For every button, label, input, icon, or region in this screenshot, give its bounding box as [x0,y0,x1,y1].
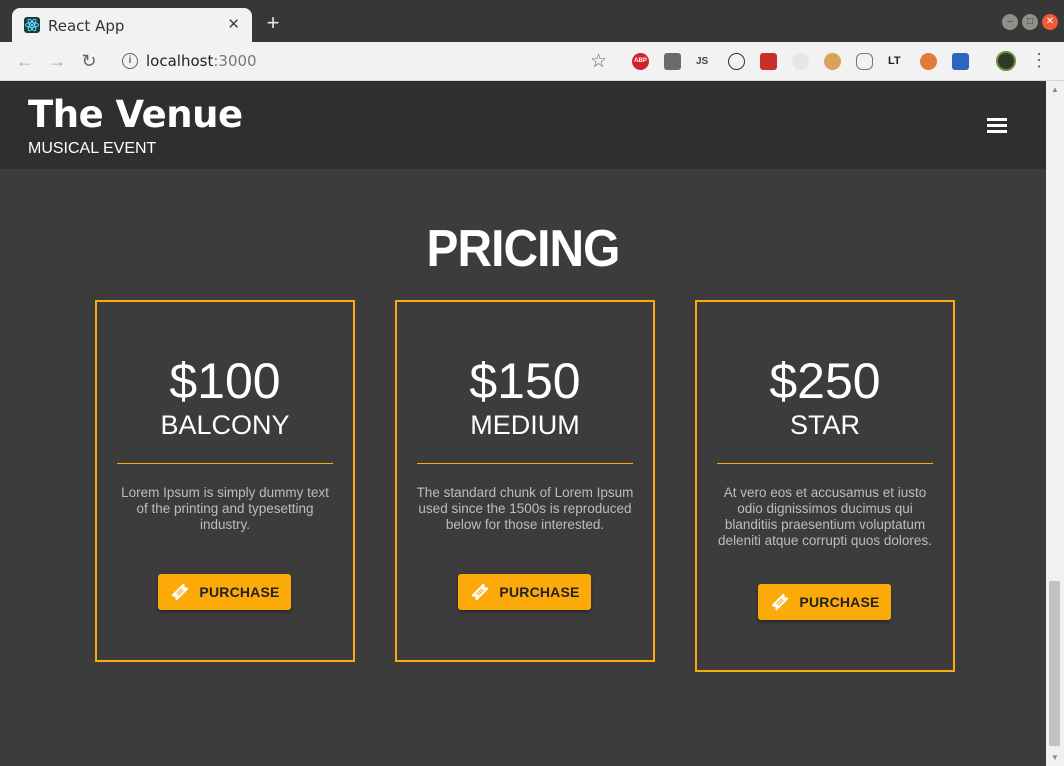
card-divider [717,463,933,464]
reload-icon[interactable]: ↻ [78,50,100,72]
new-tab-button[interactable]: + [262,12,284,34]
page-viewport: The Venue MUSICAL EVENT PRICING $100 BAL… [0,81,1046,766]
ticket-icon [171,583,189,601]
site-header: The Venue MUSICAL EVENT [0,81,1046,169]
site-info-icon[interactable]: i [122,53,138,69]
pricing-title: PRICING [426,220,621,278]
hamburger-menu-icon[interactable] [987,118,1007,134]
extension-icon[interactable] [760,53,777,70]
purchase-button-label: PURCHASE [199,584,280,600]
card-tier: STAR [789,410,860,440]
react-logo-icon [24,17,40,33]
ticket-icon [771,593,789,611]
js-extension-icon[interactable]: JS [696,53,713,70]
browser-titlebar: React App ✕ + – □ ✕ [0,0,1064,42]
extension-icon[interactable] [664,53,681,70]
purchase-button[interactable]: PURCHASE [758,584,891,620]
url-port: :3000 [213,52,257,70]
scroll-thumb[interactable] [1049,581,1060,746]
url-host: localhost [146,52,214,70]
browser-menu-icon[interactable]: ⋮ [1030,51,1048,69]
card-description: Lorem Ipsum is simply dummy text of the … [121,485,329,532]
card-divider [117,463,333,464]
card-tier: MEDIUM [470,410,580,440]
address-bar[interactable]: localhost:3000 [146,52,257,70]
tab-close-icon[interactable]: ✕ [227,15,240,33]
maximize-button[interactable]: □ [1022,14,1038,30]
save-extension-icon[interactable] [952,53,969,70]
card-price: $100 [169,353,281,409]
forward-arrow-icon[interactable]: → [46,50,68,72]
extension-icon[interactable] [792,53,809,70]
card-divider [417,463,633,464]
bookmark-star-icon[interactable]: ☆ [590,50,607,73]
profile-avatar[interactable] [996,51,1016,71]
lt-extension-icon[interactable]: LT [888,53,905,70]
cookie-extension-icon[interactable] [824,53,841,70]
extension-icon[interactable] [856,53,873,70]
extension-icon[interactable] [728,53,745,70]
purchase-button-label: PURCHASE [499,584,580,600]
brand-title[interactable]: The Venue [28,93,243,136]
ticket-icon [471,583,489,601]
minimize-button[interactable]: – [1002,14,1018,30]
page-scrollbar[interactable]: ▲ ▼ [1046,81,1064,766]
card-description: At vero eos et accusamus et iusto odio d… [718,485,932,548]
back-arrow-icon[interactable]: ← [14,50,36,72]
card-price: $150 [469,353,581,409]
brand-subtitle: MUSICAL EVENT [28,140,157,157]
card-tier: BALCONY [160,410,290,440]
scroll-up-arrow-icon[interactable]: ▲ [1051,85,1059,94]
browser-tab[interactable]: React App ✕ [12,8,252,42]
purchase-button-label: PURCHASE [799,594,880,610]
pricing-card: $100 BALCONY Lorem Ipsum is simply dummy… [95,300,355,662]
extension-icon[interactable] [920,53,937,70]
pricing-card: $250 STAR At vero eos et accusamus et iu… [695,300,955,672]
pricing-card: $150 MEDIUM The standard chunk of Lorem … [395,300,655,662]
card-price: $250 [769,353,881,409]
adblock-extension-icon[interactable]: ABP [632,53,649,70]
window-close-button[interactable]: ✕ [1042,14,1058,30]
tab-title: React App [48,17,125,35]
purchase-button[interactable]: PURCHASE [458,574,591,610]
card-description: The standard chunk of Lorem Ipsum used s… [416,485,634,532]
purchase-button[interactable]: PURCHASE [158,574,291,610]
window-controls: – □ ✕ [1002,14,1058,30]
scroll-down-arrow-icon[interactable]: ▼ [1051,753,1059,762]
browser-toolbar: ← → ↻ i localhost:3000 ☆ ABP JS LT ⋮ [0,42,1064,81]
